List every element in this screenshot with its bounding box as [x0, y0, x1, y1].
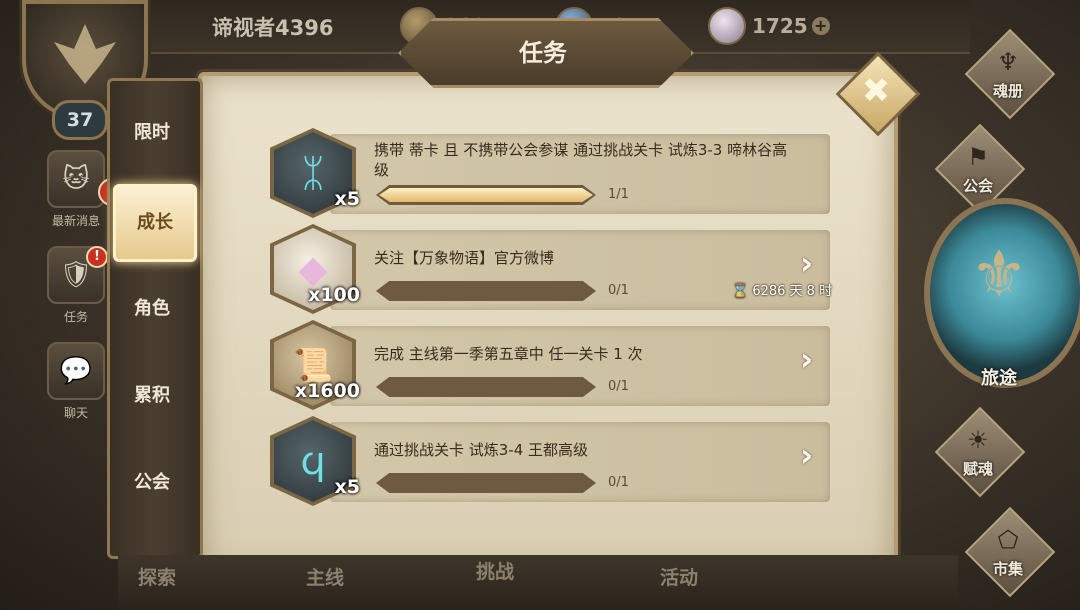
news-cat-icon: 🐱	[47, 150, 105, 208]
nav-explore[interactable]: 探索	[138, 563, 176, 590]
crystal-icon	[708, 7, 746, 45]
task-row[interactable]: ᛯ x5 携带 蒂卡 且 不携带公会参谋 通过挑战关卡 试炼3-3 啼林谷高级 …	[270, 128, 830, 220]
nav-main-story[interactable]: 主线	[306, 563, 344, 590]
soul-book-icon: ♆	[997, 48, 1019, 76]
bottom-nav: 探索 主线 挑战 活动	[118, 555, 958, 610]
nav-challenge[interactable]: 挑战	[476, 557, 514, 584]
task-description: 通过挑战关卡 试炼3-4 王都高级	[374, 441, 589, 459]
task-alert-icon: !	[86, 246, 108, 268]
journey-label: 旅途	[981, 368, 1017, 389]
market-label: 市集	[992, 560, 1023, 578]
player-level-badge: 37	[52, 100, 108, 140]
news-label: 最新消息	[51, 214, 100, 228]
chevron-right-icon[interactable]: ›	[800, 244, 813, 282]
soul-book-label: 魂册	[992, 82, 1023, 100]
task-row[interactable]: ϥ x5 通过挑战关卡 试炼3-4 王都高级 0/1 ›	[270, 416, 830, 508]
reward-count: x1600	[294, 380, 360, 402]
reward-count: x100	[308, 284, 360, 306]
progress-fill	[379, 188, 593, 202]
timer: ⌛ 6286 天 8 时	[732, 280, 832, 299]
reward-count: x5	[334, 476, 360, 498]
tab-growth[interactable]: 成长	[113, 184, 197, 262]
tab-guild[interactable]: 公会	[107, 450, 197, 516]
task-row[interactable]: ◆ x100 关注【万象物语】官方微博 0/1 ⌛ 6286 天 8 时 ›	[270, 224, 832, 316]
soul-grant-button[interactable]: ☀ 赋魂	[930, 406, 1026, 498]
journey-emblem-icon: ⚜	[970, 238, 1028, 312]
progress-bar	[376, 473, 596, 493]
task-row[interactable]: 📜 x1600 完成 主线第一季第五章中 任一关卡 1 次 0/1 ›	[270, 320, 830, 412]
game-screen: 谛视者4396 260 595 1725 + 37 🐱 最新消息 ! 🛡 任务 …	[0, 0, 1080, 610]
tab-character[interactable]: 角色	[107, 276, 197, 342]
chevron-right-icon[interactable]: ›	[800, 340, 813, 378]
market-button[interactable]: ⬠ 市集	[960, 506, 1056, 598]
close-icon[interactable]: ✖	[854, 64, 898, 118]
timer-text: 6286 天 8 时	[752, 284, 833, 299]
reward-count: x5	[334, 188, 360, 210]
tab-limited[interactable]: 限时	[107, 100, 197, 166]
panel-title: 任务	[519, 39, 567, 67]
soul-book-button[interactable]: ♆ 魂册	[960, 28, 1056, 120]
task-description: 携带 蒂卡 且 不携带公会参谋 通过挑战关卡 试炼3-3 啼林谷高级	[374, 141, 788, 179]
journey-button[interactable]: ⚜ 旅途	[918, 190, 1080, 400]
tab-cumulative[interactable]: 累积	[107, 363, 197, 429]
task-description: 完成 主线第一季第五章中 任一关卡 1 次	[374, 345, 643, 363]
guild-icon: ⚑	[967, 143, 989, 171]
hourglass-icon: ⌛	[732, 284, 749, 299]
chat-label: 聊天	[63, 406, 88, 420]
progress-text: 1/1	[608, 187, 629, 202]
task-label: 任务	[63, 310, 88, 324]
progress-bar	[376, 377, 596, 397]
chat-bubble-icon: 💬	[47, 342, 105, 400]
chat-button[interactable]: 💬 聊天	[38, 342, 114, 428]
progress-bar	[376, 185, 596, 205]
progress-text: 0/1	[608, 283, 629, 298]
chevron-right-icon[interactable]: ›	[800, 436, 813, 474]
progress-bar	[376, 281, 596, 301]
nav-events[interactable]: 活动	[660, 563, 698, 590]
crystal-resource: 1725 +	[708, 7, 830, 45]
progress-text: 0/1	[608, 379, 629, 394]
market-gem-icon: ⬠	[997, 526, 1019, 554]
crystal-value: 1725	[752, 14, 808, 38]
progress-text: 0/1	[608, 475, 629, 490]
add-crystal-button[interactable]: +	[811, 17, 830, 35]
flame-spiral-icon: ☀	[967, 426, 989, 454]
player-name: 谛视者4396	[212, 16, 334, 40]
soul-grant-label: 赋魂	[962, 460, 993, 478]
task-description: 关注【万象物语】官方微博	[374, 249, 555, 267]
